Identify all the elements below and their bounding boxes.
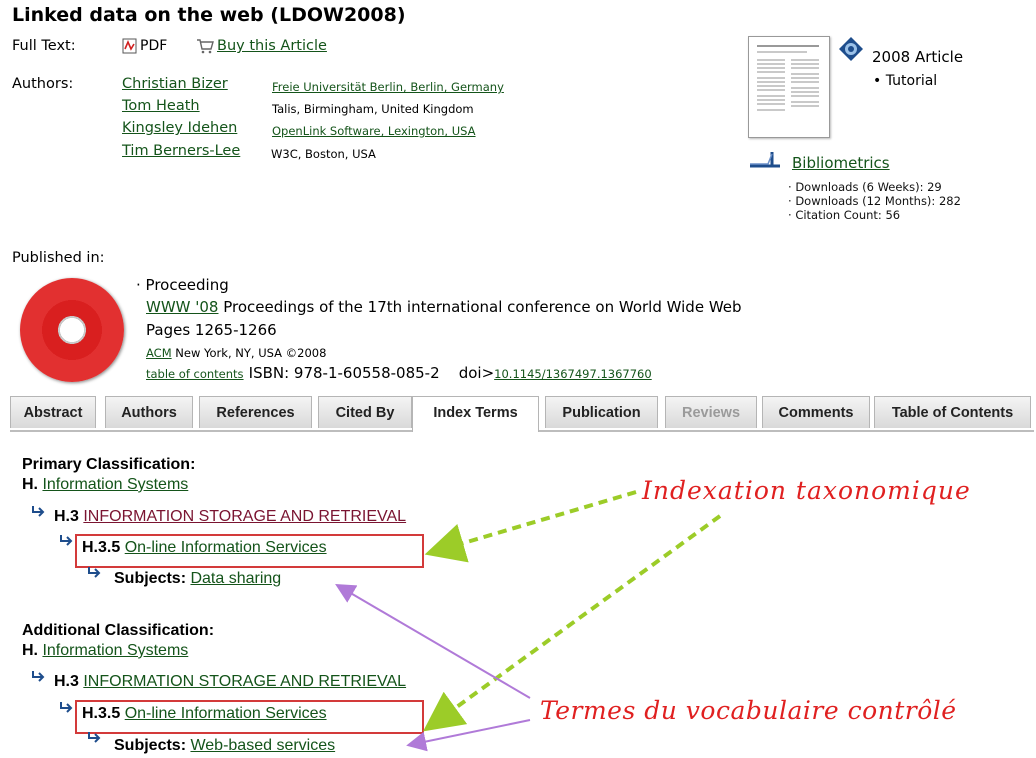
arrow-vocabulary-primary [335,583,531,699]
arrow-taxonomy-additional [423,514,722,732]
annotation-taxonomy: Indexation taxonomique [642,476,971,505]
arrow-vocabulary-additional [406,719,531,752]
annotation-vocabulary: Termes du vocabulaire contrôlé [540,696,957,725]
annotation-arrows [335,490,722,752]
arrow-taxonomy-primary [424,490,637,563]
tab-index-terms[interactable]: Index Terms [412,396,539,432]
